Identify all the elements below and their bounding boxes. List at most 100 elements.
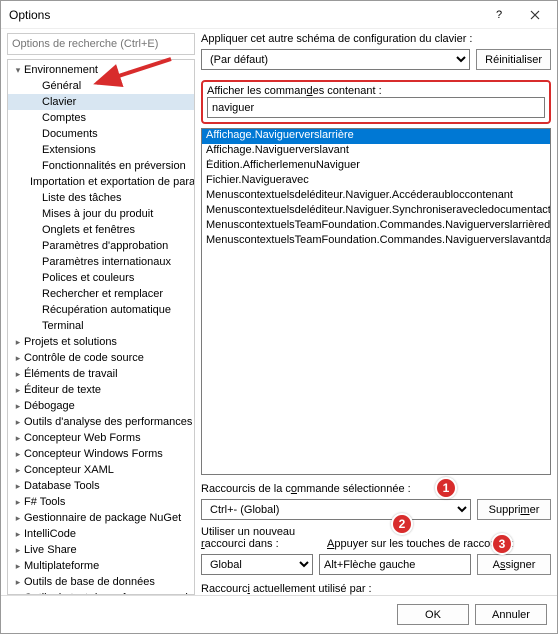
chevron-right-icon[interactable]: ▸ [12,513,24,524]
chevron-right-icon[interactable]: ▸ [12,401,24,412]
tree-item[interactable]: Comptes [8,110,194,126]
chevron-right-icon[interactable]: ▸ [12,497,24,508]
tree-category[interactable]: ▸Outils d'analyse des performances [8,414,194,430]
close-button[interactable] [517,3,553,27]
chevron-down-icon[interactable]: ▾ [12,65,24,76]
current-shortcut-select[interactable]: Ctrl+- (Global) [201,499,471,520]
scheme-select[interactable]: (Par défaut) [201,49,470,70]
scheme-label: Appliquer cet autre schéma de configurat… [201,33,551,45]
tree-label: Récupération automatique [42,304,171,316]
tree-category[interactable]: ▸Live Share [8,542,194,558]
tree-label: Débogage [24,400,75,412]
chevron-right-icon[interactable]: ▸ [12,529,24,540]
tree-label: Onglets et fenêtres [42,224,135,236]
tree-item[interactable]: Polices et couleurs [8,270,194,286]
filter-highlight-box: Afficher les commandes contenant : [201,80,551,124]
tree-item[interactable]: Clavier [8,94,194,110]
chevron-right-icon[interactable]: ▸ [12,577,24,588]
tree-label: Live Share [24,544,77,556]
tree-label: Éléments de travail [24,368,118,380]
tree-label: Outils de base de données [24,576,155,588]
use-new-shortcut-label: Utiliser un nouveau raccourci dans : [201,526,321,550]
tree-item[interactable]: Onglets et fenêtres [8,222,194,238]
tree-label: Concepteur Web Forms [24,432,141,444]
chevron-right-icon[interactable]: ▸ [12,369,24,380]
tree-item[interactable]: Général [8,78,194,94]
chevron-right-icon[interactable]: ▸ [12,465,24,476]
tree-label: Paramètres internationaux [42,256,171,268]
left-pane: ▾Environnement Général ClavierComptes Docum… [7,33,195,595]
chevron-right-icon[interactable]: ▸ [12,545,24,556]
tree-item[interactable]: Mises à jour du produit [8,206,194,222]
chevron-right-icon[interactable]: ▸ [12,417,24,428]
tree-category[interactable]: ▸Éléments de travail [8,366,194,382]
tree-item[interactable]: Terminal [8,318,194,334]
assign-button[interactable]: Assigner [477,554,551,575]
tree-category[interactable]: ▸Éditeur de texte [8,382,194,398]
press-keys-input[interactable] [319,554,471,575]
category-tree[interactable]: ▾Environnement Général ClavierComptes Docum… [7,59,195,595]
chevron-right-icon[interactable]: ▸ [12,385,24,396]
tree-label: Gestionnaire de package NuGet [24,512,181,524]
chevron-right-icon[interactable]: ▸ [12,353,24,364]
search-input[interactable] [7,33,195,55]
tree-label: Général [42,80,81,92]
tree-label: Concepteur Windows Forms [24,448,163,460]
tree-category[interactable]: ▾Environnement [8,62,194,78]
tree-item[interactable]: Liste des tâches [8,190,194,206]
chevron-right-icon[interactable]: ▸ [12,433,24,444]
command-item[interactable]: MenuscontextuelsTeamFoundation.Commandes… [202,219,550,234]
tree-item[interactable]: Importation et exportation de paramè [8,174,194,190]
tree-category[interactable]: ▸Concepteur XAML [8,462,194,478]
help-button[interactable]: ? [481,3,517,27]
tree-label: Documents [42,128,98,140]
tree-label: Liste des tâches [42,192,122,204]
chevron-right-icon[interactable]: ▸ [12,561,24,572]
options-dialog: 1 2 3 Options ? ▾EnvironnementGénéralCla… [0,0,558,634]
shortcuts-label: Raccourcis de la commande sélectionnée : [201,483,551,495]
cancel-button[interactable]: Annuler [475,604,547,625]
tree-category[interactable]: ▸Contrôle de code source [8,350,194,366]
tree-category[interactable]: ▸Multiplateforme [8,558,194,574]
tree-category[interactable]: ▸Gestionnaire de package NuGet [8,510,194,526]
remove-button[interactable]: Supprimer [477,499,551,520]
tree-label: Outils d'analyse des performances [24,416,192,428]
tree-item[interactable]: Récupération automatique [8,302,194,318]
command-item[interactable]: Affichage.Naviguerverslavant [202,144,550,159]
tree-category[interactable]: ▸Database Tools [8,478,194,494]
command-item[interactable]: Édition.AfficherlemenuNaviguer [202,159,550,174]
tree-category[interactable]: ▸Débogage [8,398,194,414]
chevron-right-icon[interactable]: ▸ [12,449,24,460]
tree-category[interactable]: ▸Projets et solutions [8,334,194,350]
tree-category[interactable]: ▸Outils de base de données [8,574,194,590]
tree-category[interactable]: ▸F# Tools [8,494,194,510]
tree-item[interactable]: Documents [8,126,194,142]
tree-category[interactable]: ▸Concepteur Windows Forms [8,446,194,462]
tree-label: Rechercher et remplacer [42,288,163,300]
tree-label: Projets et solutions [24,336,117,348]
command-item[interactable]: Menuscontextuelsdeléditeur.Naviguer.Accé… [202,189,550,204]
command-item[interactable]: Affichage.Naviguerverslarrière [202,129,550,144]
command-item[interactable]: Fichier.Navigueravec [202,174,550,189]
scope-select[interactable]: Global [201,554,313,575]
tree-category[interactable]: ▸IntelliCode [8,526,194,542]
reset-button[interactable]: Réinitialiser [476,49,551,70]
press-keys-label: Appuyer sur les touches de raccourci : [327,538,551,550]
tree-item[interactable]: Paramètres d'approbation [8,238,194,254]
tree-item[interactable]: Paramètres internationaux [8,254,194,270]
window-title: Options [9,8,481,22]
tree-item[interactable]: Extensions [8,142,194,158]
ok-button[interactable]: OK [397,604,469,625]
command-list[interactable]: Affichage.NaviguerverslarrièreAffichage.… [201,128,551,475]
tree-category[interactable]: ▸Concepteur Web Forms [8,430,194,446]
tree-item[interactable]: Rechercher et remplacer [8,286,194,302]
chevron-right-icon[interactable]: ▸ [12,481,24,492]
tree-label: Contrôle de code source [24,352,144,364]
tree-item[interactable]: Fonctionnalités en préversion [8,158,194,174]
command-item[interactable]: Menuscontextuelsdeléditeur.Naviguer.Sync… [202,204,550,219]
tree-label: IntelliCode [24,528,76,540]
chevron-right-icon[interactable]: ▸ [12,337,24,348]
filter-input[interactable] [207,97,545,118]
dialog-footer: OK Annuler [1,595,557,633]
command-item[interactable]: MenuscontextuelsTeamFoundation.Commandes… [202,234,550,249]
